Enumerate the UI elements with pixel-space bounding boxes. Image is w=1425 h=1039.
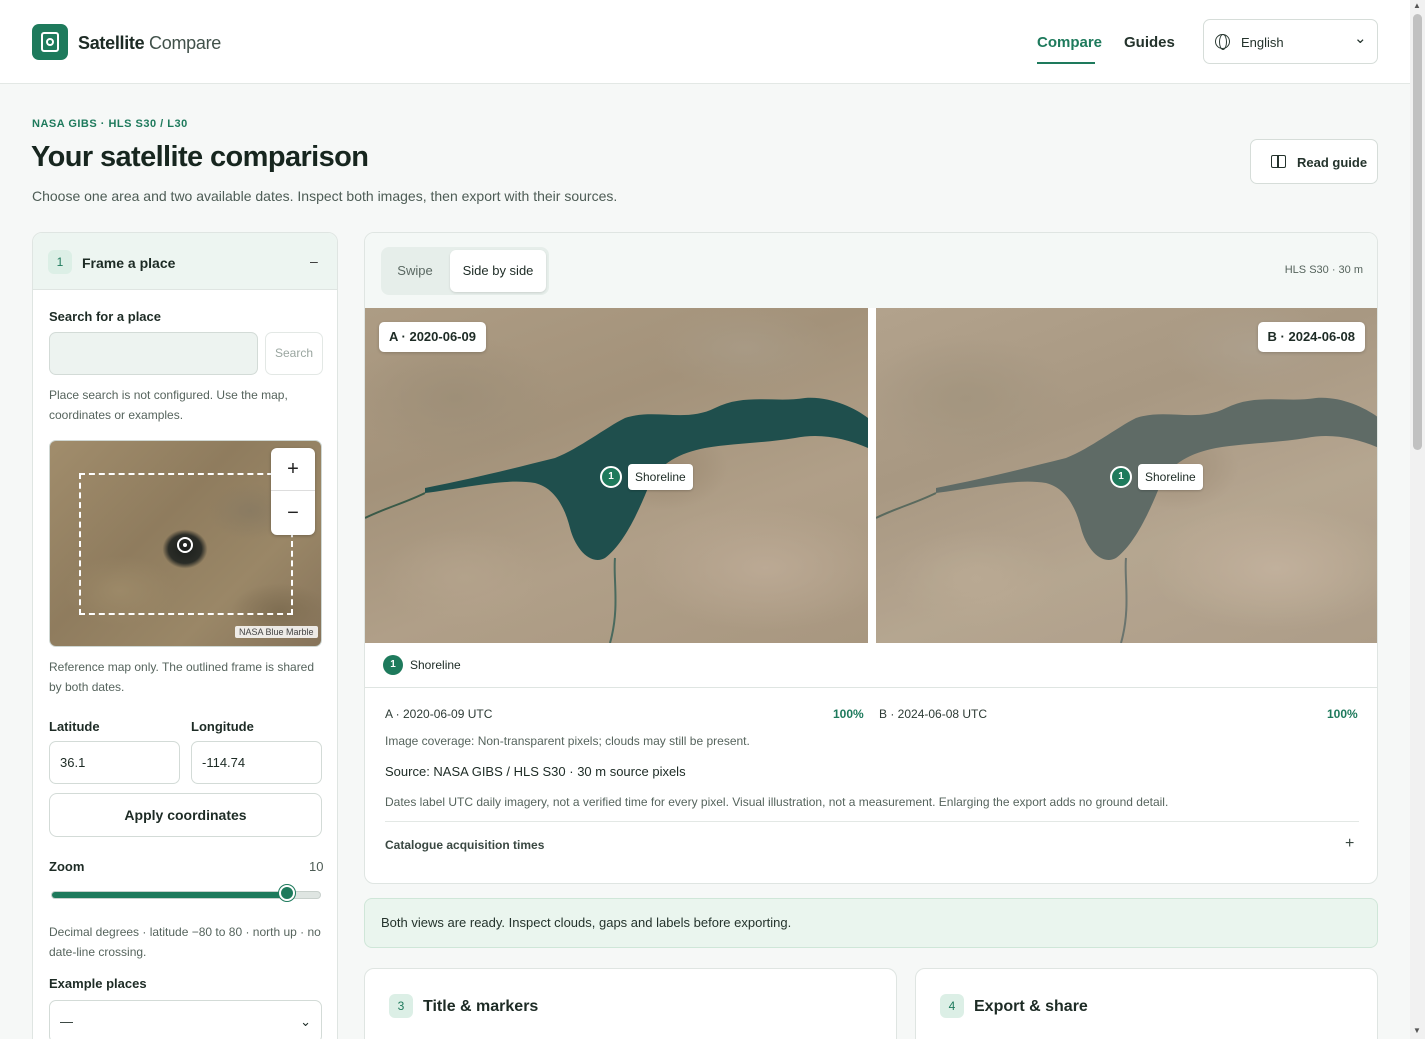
- zoom-slider-fill: [52, 892, 288, 898]
- read-guide-label: Read guide: [1297, 155, 1368, 170]
- example-places-value: —: [60, 1014, 73, 1029]
- catalogue-times-toggle[interactable]: Catalogue acquisition times: [385, 838, 544, 852]
- source-eyebrow: NASA GIBS · HLS S30 / L30: [32, 118, 188, 130]
- map-attribution: NASA Blue Marble: [235, 626, 318, 638]
- globe-icon: [1215, 34, 1230, 50]
- search-button[interactable]: Search: [265, 332, 323, 375]
- scroll-down-icon[interactable]: ▼: [1413, 1026, 1421, 1035]
- example-places-label: Example places: [49, 976, 147, 991]
- zoom-out-button[interactable]: −: [271, 492, 315, 535]
- compare-panel: Swipe Side by side HLS S30 · 30 m A · 20…: [364, 232, 1378, 884]
- zoom-in-button[interactable]: +: [271, 448, 315, 491]
- mode-side-by-side-button[interactable]: Side by side: [450, 250, 546, 292]
- latitude-input[interactable]: 36.1: [49, 741, 180, 784]
- view-mode-toggle: Swipe Side by side: [381, 247, 549, 295]
- disclaimer: Dates label UTC daily imagery, not a ver…: [385, 795, 1169, 809]
- source-line: Source: NASA GIBS / HLS S30 · 30 m sourc…: [385, 764, 686, 779]
- coverage-note: Image coverage: Non-transparent pixels; …: [385, 734, 750, 748]
- chevron-down-icon: ⌄: [1354, 30, 1367, 47]
- marker-pin[interactable]: 1 Shoreline: [1110, 464, 1203, 490]
- language-select[interactable]: English ⌄: [1203, 19, 1378, 64]
- date-a-utc: A · 2020-06-09 UTC: [385, 707, 493, 721]
- scroll-up-icon[interactable]: ▲: [1413, 1, 1421, 10]
- frame-place-header[interactable]: 1 Frame a place –: [33, 233, 337, 290]
- search-label: Search for a place: [49, 309, 161, 324]
- top-bar: Satellite Compare Compare Guides English…: [0, 0, 1410, 84]
- search-input[interactable]: [49, 332, 258, 375]
- logo-icon[interactable]: [32, 24, 68, 60]
- coordinate-hint: Decimal degrees · latitude −80 to 80 · n…: [49, 925, 321, 959]
- title-markers-card[interactable]: 3 Title & markers: [364, 968, 897, 1039]
- pane-b-date-label: B · 2024-06-08: [1257, 322, 1365, 352]
- longitude-label: Longitude: [191, 719, 254, 734]
- apply-coordinates-button[interactable]: Apply coordinates: [49, 793, 322, 837]
- search-hint: Place search is not configured. Use the …: [49, 388, 288, 422]
- zoom-label: Zoom: [49, 859, 85, 874]
- coverage-a: 100%: [833, 707, 864, 721]
- crosshair-icon: [177, 537, 193, 553]
- compare-toolbar: Swipe Side by side HLS S30 · 30 m: [365, 233, 1377, 308]
- example-places-select[interactable]: — ⌄: [49, 1000, 322, 1039]
- zoom-slider-thumb[interactable]: [278, 885, 295, 901]
- step-badge: 3: [389, 994, 413, 1018]
- nav-guides[interactable]: Guides: [1124, 34, 1175, 51]
- legend-marker-number: 1: [383, 655, 403, 675]
- chevron-down-icon: ⌄: [300, 1013, 311, 1029]
- date-b-utc: B · 2024-06-08 UTC: [879, 707, 988, 721]
- nav-compare[interactable]: Compare: [1037, 34, 1102, 51]
- marker-number: 1: [600, 466, 622, 488]
- nav-active-indicator: [1037, 62, 1095, 64]
- brand-name[interactable]: Satellite Compare: [78, 33, 221, 54]
- image-pane-b[interactable]: B · 2024-06-08 1 Shoreline: [876, 308, 1377, 643]
- read-guide-button[interactable]: Read guide: [1250, 139, 1378, 184]
- marker-pin[interactable]: 1 Shoreline: [600, 464, 693, 490]
- map-hint: Reference map only. The outlined frame i…: [49, 660, 315, 694]
- card-title: Export & share: [974, 998, 1088, 1015]
- pane-divider: [868, 308, 876, 643]
- resolution-label: HLS S30 · 30 m: [1284, 264, 1363, 276]
- page-subtitle: Choose one area and two available dates.…: [32, 188, 618, 204]
- divider: [385, 821, 1359, 822]
- image-pane-a[interactable]: A · 2020-06-09 1 Shoreline: [365, 308, 868, 643]
- legend-marker-label: Shoreline: [410, 658, 461, 672]
- page-title: Your satellite comparison: [31, 141, 369, 173]
- longitude-input[interactable]: -114.74: [191, 741, 322, 784]
- collapse-icon[interactable]: –: [310, 253, 318, 269]
- frame-place-title: Frame a place: [82, 255, 176, 271]
- marker-label: Shoreline: [1138, 464, 1203, 490]
- language-value: English: [1241, 35, 1284, 50]
- step-badge: 4: [940, 994, 964, 1018]
- coverage-b: 100%: [1327, 707, 1358, 721]
- marker-legend: 1 Shoreline: [365, 643, 1377, 688]
- export-share-card[interactable]: 4 Export & share: [915, 968, 1378, 1039]
- scrollbar-thumb[interactable]: [1413, 14, 1422, 450]
- zoom-value: 10: [309, 859, 324, 874]
- scrollbar[interactable]: ▲ ▼: [1410, 0, 1425, 1039]
- step-badge: 1: [48, 250, 72, 274]
- reference-map[interactable]: + − NASA Blue Marble: [49, 440, 322, 647]
- marker-number: 1: [1110, 466, 1132, 488]
- marker-label: Shoreline: [628, 464, 693, 490]
- status-message: Both views are ready. Inspect clouds, ga…: [364, 898, 1378, 948]
- card-title: Title & markers: [423, 998, 539, 1015]
- pane-a-date-label: A · 2020-06-09: [379, 322, 486, 352]
- latitude-label: Latitude: [49, 719, 100, 734]
- expand-icon[interactable]: +: [1345, 835, 1354, 853]
- map-zoom-control: + −: [271, 448, 315, 535]
- frame-place-panel: 1 Frame a place – Search for a place Sea…: [32, 232, 338, 1039]
- book-icon: [1271, 155, 1286, 168]
- mode-swipe-button[interactable]: Swipe: [381, 247, 449, 295]
